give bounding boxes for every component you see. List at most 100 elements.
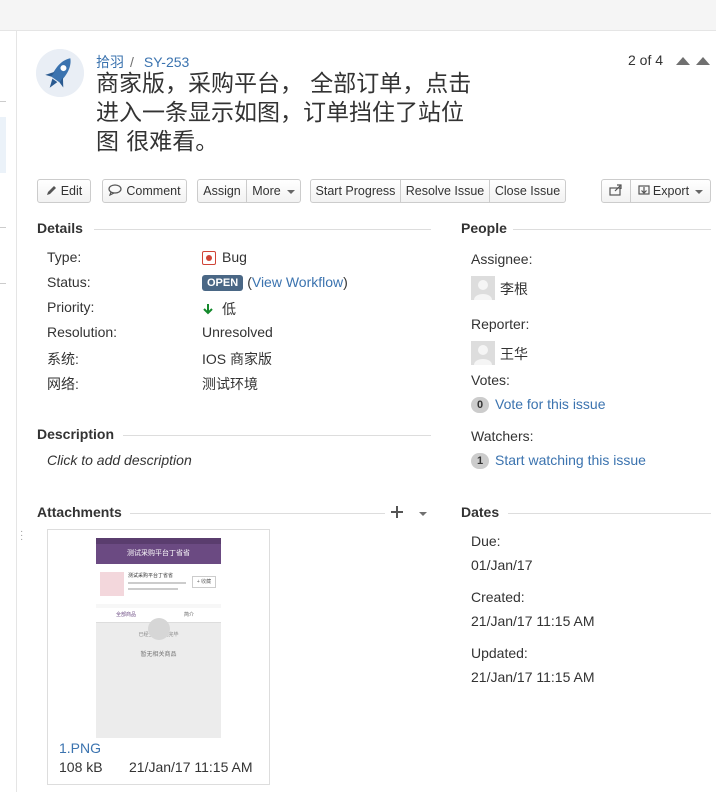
people-divider [513, 229, 711, 230]
network-value[interactable]: 测试环境 [202, 374, 258, 394]
type-value: Bug [202, 249, 247, 266]
comment-button[interactable]: Comment [102, 179, 187, 203]
more-dropdown-button[interactable]: More [247, 180, 300, 202]
workflow-button-group: Start Progress Resolve Issue Close Issue [310, 179, 566, 203]
thumb-shop-line [128, 582, 186, 584]
dates-divider [508, 513, 711, 514]
thumb-shop-card: 测试采购平台丁省省 + 收藏 [96, 564, 221, 604]
due-label: Due: [471, 533, 501, 549]
thumb-shop-logo [100, 572, 124, 596]
thumb-content-area: 已经全部加载完毕 暂无相关商品 [96, 618, 221, 738]
attachments-divider [130, 513, 385, 514]
sidebar-divider [0, 283, 6, 284]
issue-pager: 2 of 4 [628, 52, 710, 68]
export-button-label: Export [652, 184, 690, 198]
sidebar-divider [0, 101, 6, 102]
add-description-field[interactable]: Click to add description [47, 452, 192, 468]
thumb-tab-intro: 简介 [184, 612, 195, 618]
reporter-label: Reporter: [471, 316, 530, 332]
edit-button-label: Edit [60, 184, 83, 198]
breadcrumb: 拾羽 / SY-253 [96, 52, 189, 72]
add-attachment-plus-icon[interactable] [390, 505, 404, 519]
share-icon [609, 184, 622, 196]
thumb-follow-button: + 收藏 [192, 576, 216, 588]
left-sidebar-rail [0, 31, 17, 792]
sidebar-selected-item[interactable] [0, 117, 6, 173]
priority-low-arrow-icon [203, 304, 213, 315]
share-button[interactable] [602, 180, 631, 202]
watchers-row: 1 Start watching this issue [471, 452, 646, 470]
watchers-count-badge: 1 [471, 453, 489, 470]
attachment-thumbnail-image[interactable]: 测试采购平台丁省省 测试采购平台丁省省 + 收藏 全部商品 简介 已经全部加载完… [96, 538, 221, 738]
reporter-avatar [471, 341, 495, 365]
votes-label: Votes: [471, 372, 510, 388]
created-label: Created: [471, 589, 525, 605]
attachment-file-size: 108 kB [59, 759, 103, 775]
thumb-shop-line [128, 588, 178, 590]
updated-date: 21/Jan/17 11:15 AM [471, 669, 595, 685]
status-label: Status: [47, 274, 91, 290]
chevron-down-icon [695, 189, 704, 194]
priority-value-text: 低 [222, 301, 236, 317]
resolution-label: Resolution: [47, 324, 118, 340]
resolution-value: Unresolved [202, 324, 273, 340]
more-button-label: More [252, 184, 281, 198]
status-badge: OPEN [202, 275, 244, 292]
breadcrumb-issue-key-link[interactable]: SY-253 [144, 54, 189, 70]
view-workflow-link[interactable]: View Workflow [252, 274, 343, 290]
description-section-title: Description [37, 426, 115, 442]
details-section-title: Details [37, 220, 83, 236]
attachments-options-chevron-down-icon[interactable] [419, 512, 427, 516]
details-divider [94, 229, 431, 230]
reporter-name[interactable]: 王华 [500, 344, 528, 364]
top-bar [0, 0, 716, 31]
assignee-avatar [471, 276, 495, 300]
start-progress-button[interactable]: Start Progress [311, 180, 401, 202]
assignee-name[interactable]: 李根 [500, 279, 528, 299]
system-label: 系统: [47, 351, 79, 367]
attachments-section-title: Attachments [37, 504, 122, 520]
resize-handle[interactable]: · · · [20, 527, 23, 545]
view-workflow-paren-close: ) [343, 274, 348, 290]
attachment-filename-link[interactable]: 1.PNG [59, 740, 101, 756]
updated-label: Updated: [471, 645, 528, 661]
attachment-date: 21/Jan/17 11:15 AM [129, 759, 253, 775]
assignee-label: Assignee: [471, 251, 533, 267]
pencil-icon [46, 186, 56, 195]
project-avatar-rocket-icon [36, 49, 84, 97]
issue-summary-title[interactable]: 商家版，采购平台， 全部订单，点击进入一条显示如图，订单挡住了站位图 很难看。 [96, 70, 476, 157]
attachment-card[interactable]: 测试采购平台丁省省 测试采购平台丁省省 + 收藏 全部商品 简介 已经全部加载完… [47, 529, 270, 785]
export-dropdown-button[interactable]: Export [631, 180, 710, 202]
chevron-down-icon [286, 189, 295, 194]
network-label: 网络: [47, 376, 79, 392]
priority-label: Priority: [47, 299, 95, 315]
vote-for-issue-link[interactable]: Vote for this issue [495, 396, 606, 412]
bug-icon [202, 251, 216, 266]
edit-button[interactable]: Edit [37, 179, 91, 203]
priority-value: 低 [202, 299, 236, 319]
start-watching-link[interactable]: Start watching this issue [495, 452, 646, 468]
thumb-tab-all: 全部商品 [116, 612, 137, 618]
status-value: OPEN (View Workflow) [202, 274, 348, 292]
breadcrumb-separator: / [130, 54, 134, 70]
speech-bubble-icon [108, 184, 123, 197]
previous-issue-arrow-icon[interactable] [676, 57, 690, 65]
thumb-shop-name: 测试采购平台丁省省 [128, 573, 174, 579]
next-issue-arrow-icon[interactable] [696, 57, 710, 65]
people-section-title: People [461, 220, 507, 236]
votes-row: 0 Vote for this issue [471, 396, 606, 414]
created-date: 21/Jan/17 11:15 AM [471, 613, 595, 629]
resolve-issue-button[interactable]: Resolve Issue [401, 180, 490, 202]
close-issue-button[interactable]: Close Issue [490, 180, 565, 202]
pager-position-text: 2 of 4 [628, 52, 664, 68]
breadcrumb-project-link[interactable]: 拾羽 [96, 54, 124, 70]
thumb-placeholder-image [148, 618, 170, 640]
sidebar-divider [0, 227, 6, 228]
description-divider [123, 435, 431, 436]
votes-count-badge: 0 [471, 397, 489, 414]
system-value[interactable]: IOS 商家版 [202, 349, 272, 369]
type-value-text: Bug [222, 249, 247, 265]
assign-button[interactable]: Assign [198, 180, 247, 202]
export-download-icon [638, 185, 650, 195]
watchers-label: Watchers: [471, 428, 534, 444]
